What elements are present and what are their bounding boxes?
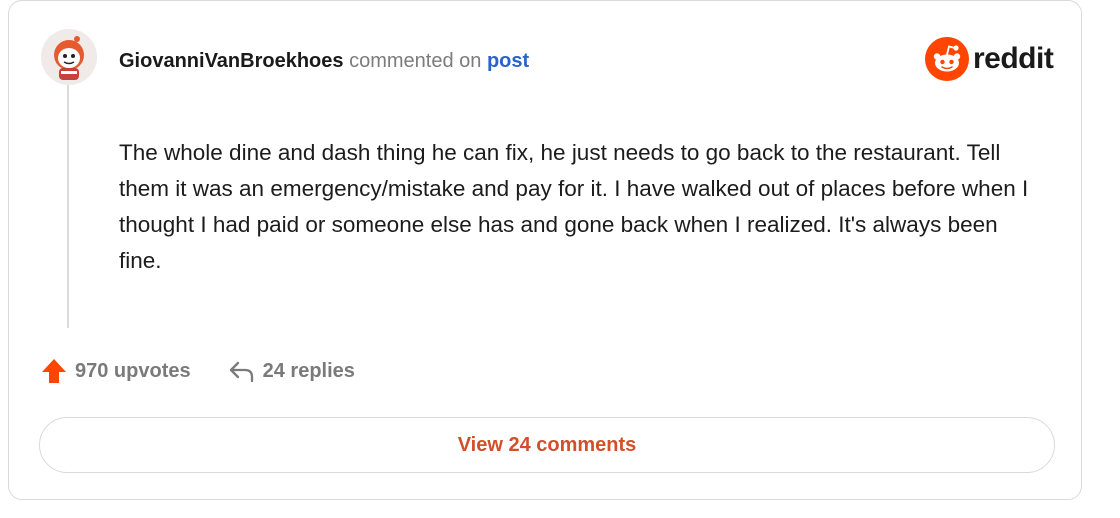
comment-header: GiovanniVanBroekhoes commented on post <box>119 49 529 73</box>
comment-actions: 970 upvotes 24 replies <box>39 356 355 386</box>
reply-arrow-icon <box>229 361 253 383</box>
avatar-snoo-icon <box>41 29 97 85</box>
upvote-arrow-icon <box>42 359 66 383</box>
upvote-button[interactable]: 970 upvotes <box>39 356 191 386</box>
replies-button[interactable]: 24 replies <box>227 356 355 386</box>
avatar[interactable] <box>41 29 97 85</box>
post-link[interactable]: post <box>487 50 529 72</box>
comment-card: GiovanniVanBroekhoes commented on post r… <box>8 0 1082 500</box>
comment-body: The whole dine and dash thing he can fix… <box>119 140 1029 273</box>
commented-on-text: commented on <box>349 50 482 72</box>
reddit-logo-icon <box>925 37 969 81</box>
upvote-count: 970 upvotes <box>75 359 191 382</box>
view-comments-button[interactable]: View 24 comments <box>39 417 1055 473</box>
reply-count: 24 replies <box>262 359 355 382</box>
username-link[interactable]: GiovanniVanBroekhoes <box>119 50 344 72</box>
reddit-wordmark: reddit <box>973 42 1054 75</box>
thread-line <box>67 83 69 328</box>
reddit-logo[interactable]: reddit <box>925 37 1054 81</box>
